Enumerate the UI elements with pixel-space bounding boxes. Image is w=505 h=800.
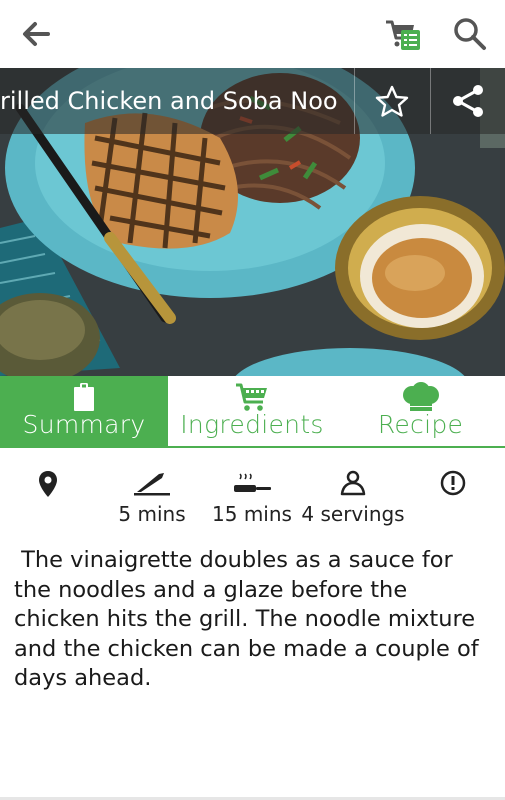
clipboard-icon (74, 383, 94, 411)
divider (354, 68, 355, 134)
knife-cutting-board-icon (134, 473, 170, 496)
tab-bar: Summary Ingredients Recipe (0, 376, 505, 448)
tab-ingredients-label: Ingredients (180, 410, 324, 439)
cook-time-cell: 15 mins (210, 470, 294, 526)
recipe-title: rilled Chicken and Soba Noo (0, 87, 338, 115)
chef-hat-icon (402, 382, 439, 411)
tab-recipe[interactable]: Recipe (336, 376, 505, 446)
tab-summary[interactable]: Summary (0, 376, 168, 446)
tab-recipe-label: Recipe (377, 410, 464, 439)
recipe-description: The vinaigrette doubles as a sauce for t… (14, 547, 479, 691)
shopping-list-cart-icon[interactable] (384, 16, 422, 52)
location-cell[interactable] (36, 470, 60, 498)
search-icon[interactable] (452, 16, 488, 52)
share-icon[interactable] (449, 82, 487, 120)
alert-cell[interactable] (440, 470, 466, 496)
top-app-bar (0, 0, 505, 69)
tab-ingredients[interactable]: Ingredients (168, 376, 336, 446)
tab-summary-label: Summary (22, 410, 146, 439)
person-icon (340, 470, 366, 496)
location-pin-icon (39, 471, 57, 497)
arrow-left-icon[interactable] (18, 16, 54, 52)
servings: 4 servings (301, 502, 405, 526)
cook-time: 15 mins (212, 502, 292, 526)
shopping-cart-icon (236, 383, 267, 411)
frying-pan-icon (234, 473, 271, 492)
recipe-info-row: 5 mins 15 mins 4 servings (0, 470, 505, 530)
servings-cell: 4 servings (300, 470, 406, 526)
alert-circle-icon (440, 470, 466, 496)
star-outline-icon[interactable] (374, 84, 410, 120)
prep-time: 5 mins (118, 502, 186, 526)
prep-time-cell: 5 mins (112, 470, 192, 526)
divider (430, 68, 431, 134)
